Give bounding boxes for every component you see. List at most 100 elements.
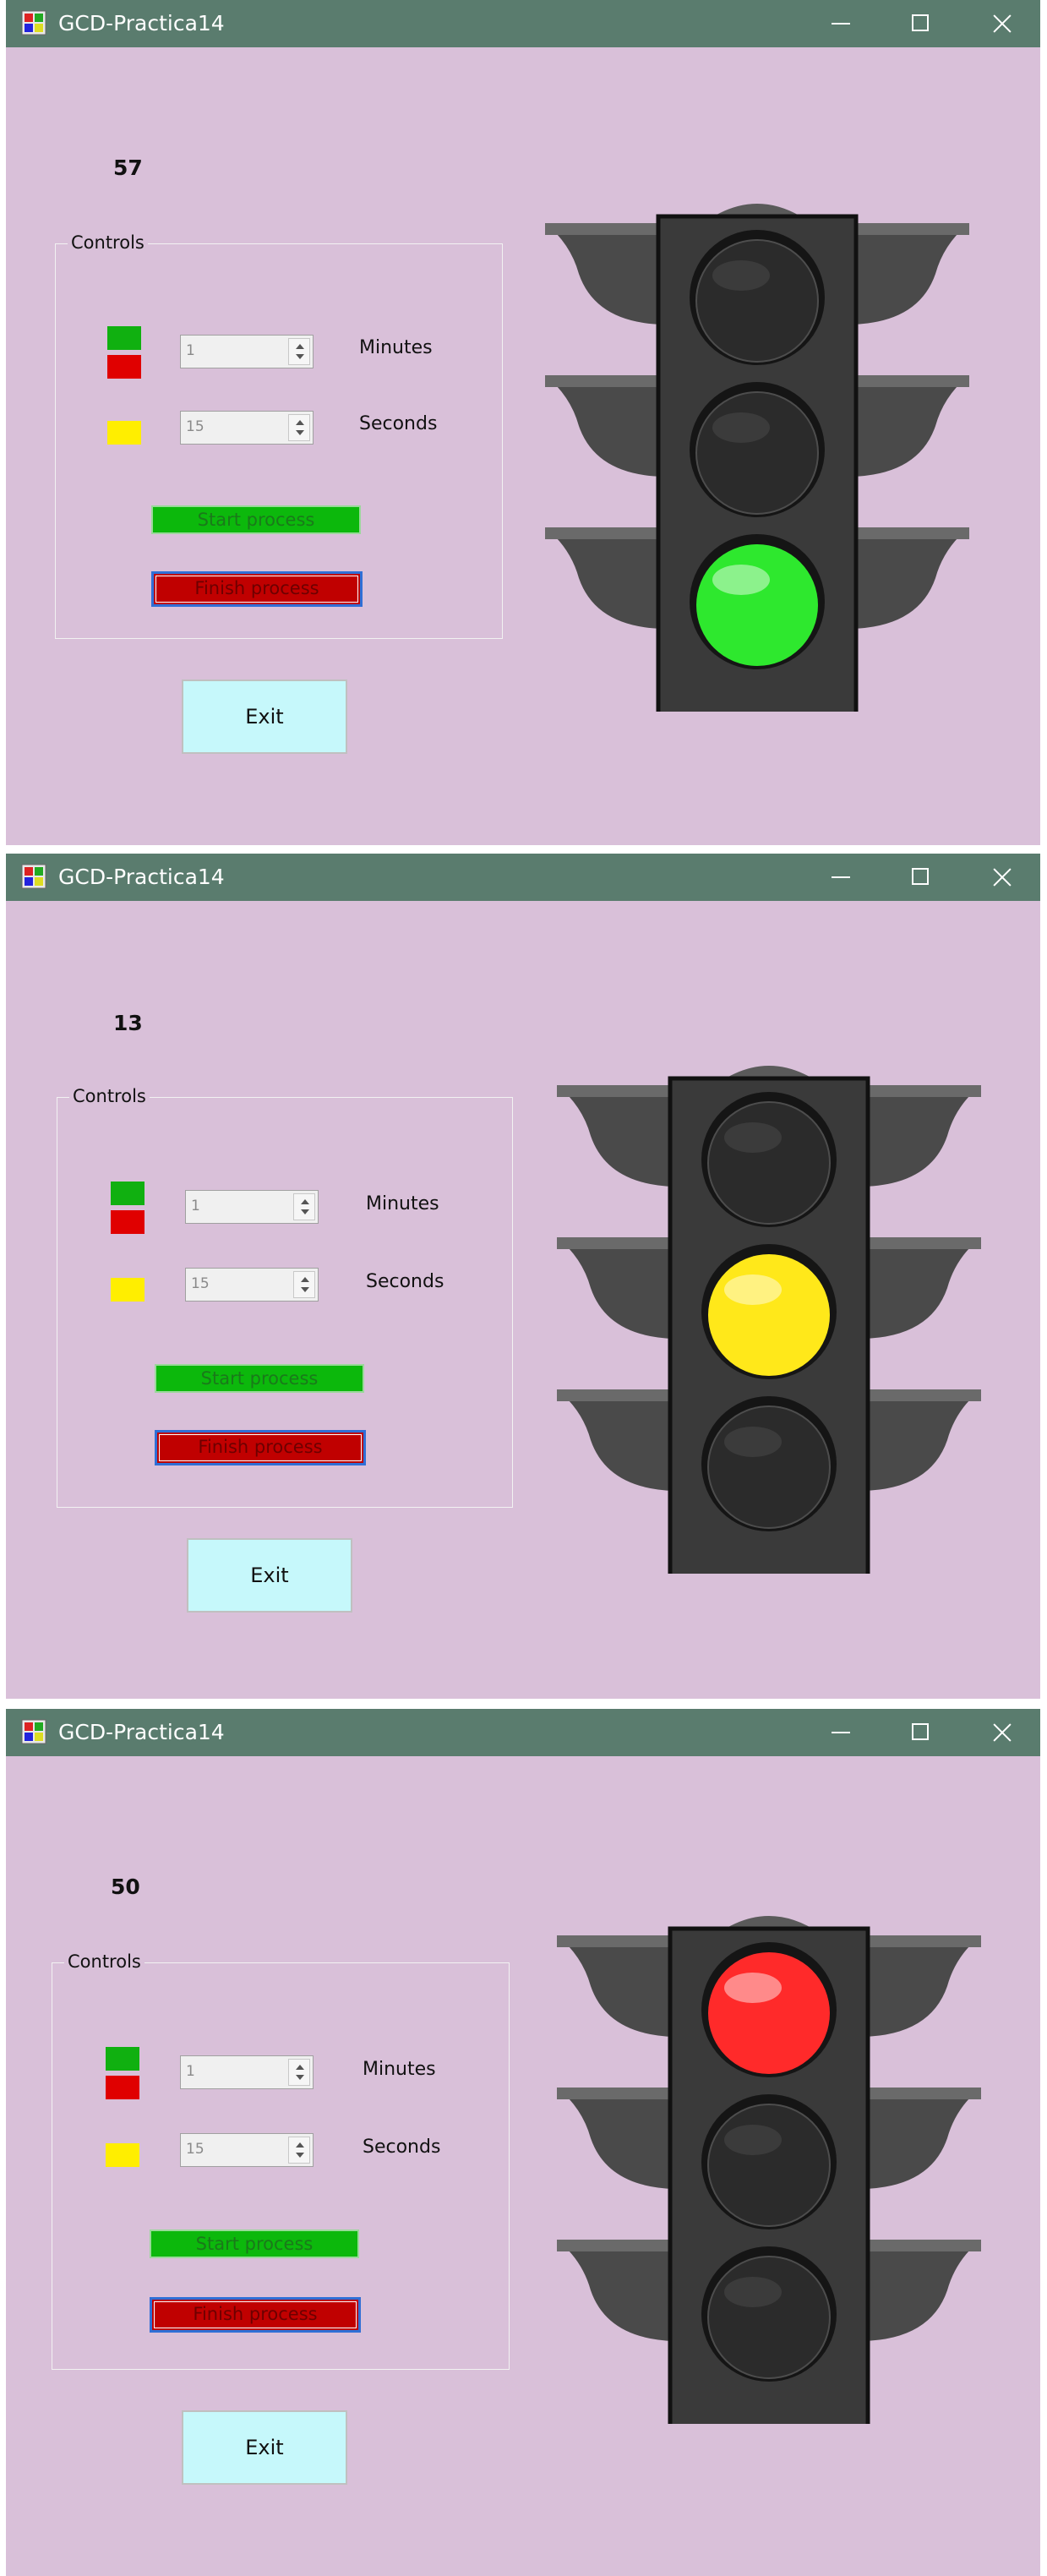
left-visor [557, 1935, 675, 2037]
lamp-highlight [724, 2277, 782, 2307]
close-button[interactable] [962, 854, 1043, 901]
left-visor [557, 1237, 675, 1339]
exit-button[interactable]: Exit [182, 679, 347, 754]
left-visor [545, 527, 663, 629]
exit-button[interactable]: Exit [187, 1538, 352, 1613]
visor-edge [863, 2088, 981, 2099]
visor-edge [557, 1935, 675, 1947]
down-arrow-icon[interactable] [296, 354, 304, 359]
up-arrow-icon[interactable] [301, 1199, 309, 1204]
up-arrow-icon[interactable] [301, 1277, 309, 1282]
green-swatch [111, 1182, 145, 1205]
down-arrow-icon[interactable] [296, 2153, 304, 2158]
right-visor [851, 527, 969, 629]
visor-edge [851, 527, 969, 539]
window-title: GCD-Practica14 [58, 1720, 225, 1744]
maximize-button[interactable] [881, 0, 962, 47]
start-process-button[interactable]: Start process [151, 505, 361, 534]
app-icon [21, 1719, 46, 1744]
minutes-spin-buttons[interactable] [293, 1193, 315, 1220]
lamp-highlight [724, 1973, 782, 2003]
visor-edge [557, 2240, 675, 2251]
up-arrow-icon[interactable] [296, 2142, 304, 2148]
green-swatch [106, 2047, 139, 2071]
red-swatch [106, 2076, 139, 2099]
countdown-label: 13 [113, 1011, 143, 1035]
title-bar[interactable]: GCD-Practica14 [6, 1709, 1040, 1756]
yellow-swatch [106, 2143, 139, 2167]
right-visor [851, 223, 969, 325]
down-arrow-icon[interactable] [296, 430, 304, 435]
lamp-highlight [724, 1427, 782, 1457]
right-visor [863, 1389, 981, 1491]
seconds-spin-buttons[interactable] [288, 2137, 310, 2164]
right-visor [863, 1237, 981, 1339]
down-arrow-icon[interactable] [301, 1287, 309, 1292]
title-bar[interactable]: GCD-Practica14 [6, 854, 1040, 901]
window-title: GCD-Practica14 [58, 865, 225, 889]
close-icon [992, 867, 1012, 887]
left-visor [557, 2240, 675, 2341]
app-window: GCD-Practica14 13 Controls 1 Minutes 15 … [6, 854, 1040, 1699]
left-visor [557, 1085, 675, 1187]
start-process-button[interactable]: Start process [155, 1364, 364, 1393]
groupbox-label: Controls [64, 1951, 145, 1972]
title-bar[interactable]: GCD-Practica14 [6, 0, 1040, 47]
visor-edge [863, 1237, 981, 1249]
yellow-lamp [707, 2104, 831, 2227]
left-visor [557, 2088, 675, 2189]
app-icon [21, 864, 46, 889]
start-process-button[interactable]: Start process [150, 2229, 359, 2258]
exit-button[interactable]: Exit [182, 2410, 347, 2485]
finish-process-button[interactable]: Finish process [150, 2297, 361, 2333]
up-arrow-icon[interactable] [296, 420, 304, 425]
maximize-button[interactable] [881, 1709, 962, 1756]
visor-edge [851, 375, 969, 387]
close-button[interactable] [962, 0, 1043, 47]
seconds-stepper[interactable]: 15 [185, 1268, 319, 1302]
lamp-highlight [712, 565, 770, 595]
visor-edge [557, 1085, 675, 1097]
visor-edge [863, 2240, 981, 2251]
seconds-value: 15 [186, 418, 204, 435]
lamp-highlight [724, 1274, 782, 1305]
window-title: GCD-Practica14 [58, 11, 225, 35]
visor-edge [545, 223, 663, 235]
left-visor [545, 375, 663, 477]
minutes-spin-buttons[interactable] [288, 2059, 310, 2086]
traffic-light-image [545, 204, 969, 712]
lamp-highlight [724, 1122, 782, 1153]
seconds-stepper[interactable]: 15 [180, 411, 314, 445]
maximize-icon [912, 14, 929, 31]
finish-process-button[interactable]: Finish process [155, 1430, 366, 1465]
finish-process-button[interactable]: Finish process [151, 571, 363, 607]
groupbox-label: Controls [68, 232, 148, 253]
minutes-spin-buttons[interactable] [288, 338, 310, 365]
seconds-spin-buttons[interactable] [288, 414, 310, 441]
up-arrow-icon[interactable] [296, 344, 304, 349]
minimize-button[interactable] [799, 854, 881, 901]
minimize-button[interactable] [799, 0, 881, 47]
down-arrow-icon[interactable] [301, 1209, 309, 1214]
right-visor [863, 1935, 981, 2037]
down-arrow-icon[interactable] [296, 2075, 304, 2080]
right-visor [863, 2088, 981, 2189]
up-arrow-icon[interactable] [296, 2065, 304, 2070]
lamp-highlight [712, 412, 770, 443]
traffic-light-image [557, 1916, 981, 2424]
maximize-button[interactable] [881, 854, 962, 901]
countdown-label: 57 [113, 156, 143, 180]
minutes-stepper[interactable]: 1 [180, 335, 314, 368]
minutes-stepper[interactable]: 1 [180, 2055, 314, 2089]
green-lamp [707, 2256, 831, 2379]
app-window: GCD-Practica14 50 Controls 1 Minutes 15 … [6, 1709, 1040, 2576]
red-swatch [107, 355, 141, 379]
minutes-stepper[interactable]: 1 [185, 1190, 319, 1224]
right-visor [851, 375, 969, 477]
minimize-icon [832, 1732, 850, 1733]
yellow-swatch [107, 421, 141, 445]
minimize-button[interactable] [799, 1709, 881, 1756]
close-button[interactable] [962, 1709, 1043, 1756]
seconds-stepper[interactable]: 15 [180, 2133, 314, 2167]
seconds-spin-buttons[interactable] [293, 1271, 315, 1298]
